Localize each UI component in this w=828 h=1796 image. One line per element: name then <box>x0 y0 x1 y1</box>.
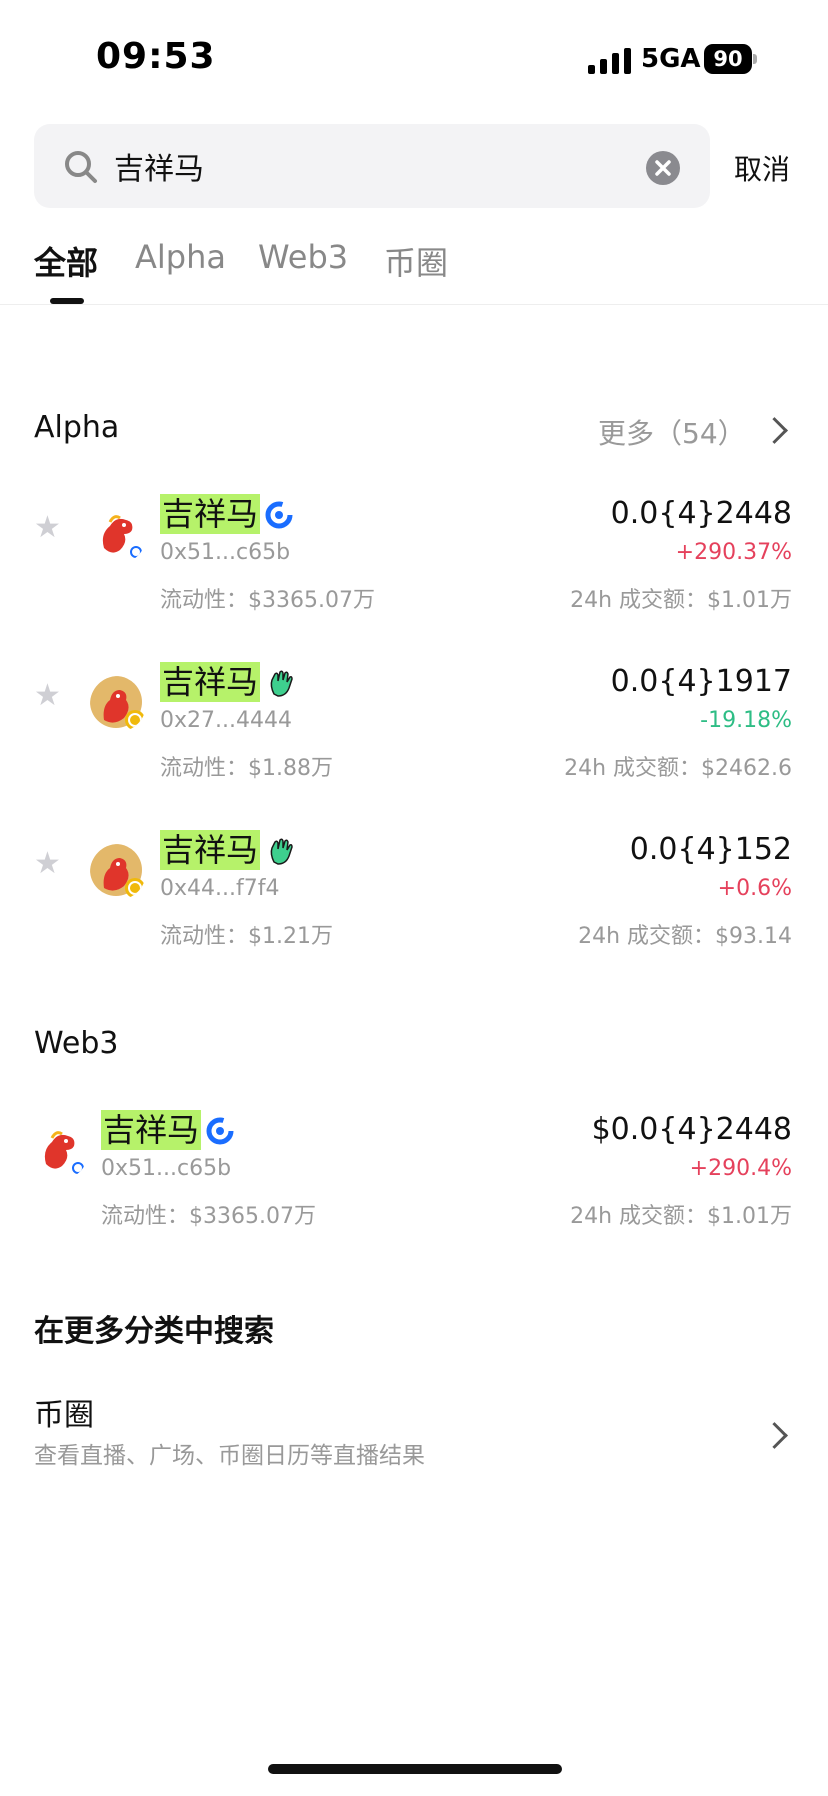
token-row[interactable]: ★ 吉祥马 0x44...f7f4 流动性：$1.21万 0.0{4}152 +… <box>0 826 828 956</box>
refresh-badge-icon <box>206 1117 234 1145</box>
horse-avatar-icon <box>90 844 145 898</box>
category-title: 币圈 <box>34 1398 94 1433</box>
token-name: 吉祥马 <box>101 1110 202 1150</box>
token-price: 0.0{4}1917 <box>610 664 792 699</box>
token-row[interactable]: ★ 吉祥马 0x27...4444 流动性：$1.88万 0.0{4}1917 … <box>0 658 828 788</box>
network-type: 5GA <box>641 44 701 74</box>
more-alpha-link[interactable]: 更多（54） <box>598 412 746 452</box>
more-categories-title: 在更多分类中搜索 <box>34 1314 274 1349</box>
star-icon[interactable]: ★ <box>34 510 61 545</box>
search-input[interactable] <box>114 145 614 187</box>
home-indicator[interactable] <box>268 1764 562 1774</box>
horse-avatar-icon <box>90 676 145 730</box>
token-liquidity: 流动性：$1.88万 <box>160 756 333 781</box>
horse-avatar-icon <box>102 515 143 559</box>
section-title-web3: Web3 <box>34 1026 119 1061</box>
token-name: 吉祥马 <box>160 494 261 534</box>
token-liquidity: 流动性：$3365.07万 <box>101 1204 316 1229</box>
token-liquidity: 流动性：$1.21万 <box>160 924 333 949</box>
category-subtitle: 查看直播、广场、币圈日历等直播结果 <box>34 1443 425 1469</box>
battery-level: 90 <box>704 44 752 74</box>
horse-avatar-icon <box>44 1131 85 1175</box>
token-row[interactable]: 吉祥马 0x51...c65b 流动性：$3365.07万 $0.0{4}244… <box>0 1108 828 1238</box>
tabs-divider <box>0 304 828 305</box>
clear-icon[interactable] <box>646 151 680 185</box>
battery-icon: 90 <box>704 44 757 74</box>
section-title-alpha: Alpha <box>34 410 120 445</box>
status-time: 09:53 <box>96 36 216 77</box>
chevron-right-icon[interactable] <box>761 1422 788 1449</box>
token-name: 吉祥马 <box>160 662 261 702</box>
signal-icon <box>588 48 631 74</box>
token-address: 0x51...c65b <box>160 540 291 565</box>
token-name: 吉祥马 <box>160 830 261 870</box>
token-address: 0x27...4444 <box>160 708 292 733</box>
refresh-badge-icon <box>265 501 293 529</box>
token-volume: 24h 成交额：$1.01万 <box>570 1204 792 1229</box>
token-price: 0.0{4}2448 <box>610 496 792 531</box>
token-address: 0x51...c65b <box>101 1156 232 1181</box>
token-price: $0.0{4}2448 <box>591 1112 792 1147</box>
star-icon[interactable]: ★ <box>34 846 61 881</box>
token-change: +290.37% <box>675 540 792 565</box>
star-icon[interactable]: ★ <box>34 678 61 713</box>
hand-badge-icon <box>270 838 293 865</box>
chevron-right-icon[interactable] <box>761 417 788 444</box>
tab-web3[interactable]: Web3 <box>258 238 348 276</box>
hand-badge-icon <box>270 670 293 697</box>
token-change: +0.6% <box>717 876 792 901</box>
token-volume: 24h 成交额：$2462.6 <box>564 756 792 781</box>
search-icon <box>65 151 97 183</box>
cancel-button[interactable]: 取消 <box>734 148 790 188</box>
token-row[interactable]: ★ 吉祥马 0x51...c65b 流动性：$3365.07万 0.0{4}24… <box>0 490 828 620</box>
tab-coin-circle[interactable]: 币圈 <box>384 238 448 284</box>
token-volume: 24h 成交额：$93.14 <box>578 924 792 949</box>
token-change: +290.4% <box>689 1156 792 1181</box>
token-price: 0.0{4}152 <box>629 832 792 867</box>
tab-alpha[interactable]: Alpha <box>135 238 226 276</box>
token-address: 0x44...f7f4 <box>160 876 280 901</box>
token-liquidity: 流动性：$3365.07万 <box>160 588 375 613</box>
token-change: -19.18% <box>700 708 792 733</box>
category-coin-circle[interactable]: 币圈 查看直播、广场、币圈日历等直播结果 <box>0 1380 828 1490</box>
tab-all[interactable]: 全部 <box>34 238 98 284</box>
token-volume: 24h 成交额：$1.01万 <box>570 588 792 613</box>
